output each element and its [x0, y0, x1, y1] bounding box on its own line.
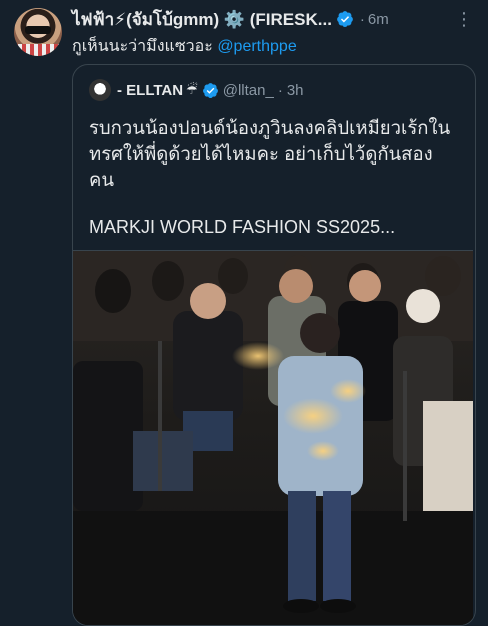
- mention-link[interactable]: @perthppe: [217, 38, 296, 55]
- verified-badge-icon: [337, 11, 353, 27]
- quoted-header: - ELLTAN ☔ @lltan_ · 3h: [117, 79, 304, 101]
- umbrella-icon: ☔: [186, 82, 198, 97]
- author-avatar[interactable]: [14, 8, 62, 56]
- quoted-time: 3h: [286, 81, 304, 99]
- tweet-header: ไฟฟ้า⚡(จัมโบ้gmm) ⚙️ (FIRESK... · 6m ⋮: [72, 8, 474, 30]
- quoted-link-title: MARKJI WORLD FASHION SS2025...: [89, 217, 396, 237]
- author-name[interactable]: ไฟฟ้า⚡(จัมโบ้gmm) ⚙️ (FIRESK...: [72, 6, 332, 33]
- dot-separator: ·: [277, 81, 283, 99]
- quoted-text: รบกวนน้องปอนด์น้องภูวินลงคลิปเหมียวเร้กใ…: [89, 115, 461, 193]
- tweet-text: กูเห็นนะว่ามึงแซวอะ @perthppe: [72, 34, 297, 59]
- quoted-handle: @lltan_: [222, 81, 274, 99]
- photo-media[interactable]: [73, 250, 473, 625]
- quoted-tweet[interactable]: - ELLTAN ☔ @lltan_ · 3h รบกวนน้องปอนด์น้…: [72, 64, 476, 626]
- fashion-show-image: [73, 251, 473, 625]
- quoted-author-name: - ELLTAN: [117, 81, 184, 99]
- avatar-shirt: [14, 44, 62, 56]
- more-icon[interactable]: ⋮: [454, 8, 474, 30]
- tweet-time[interactable]: 6m: [368, 11, 389, 28]
- quoted-verified-badge-icon: [202, 82, 218, 98]
- tweet-text-main: กูเห็นนะว่ามึงแซวอะ: [72, 38, 218, 55]
- dot-separator: ·: [359, 10, 365, 28]
- avatar-glasses: [25, 26, 51, 34]
- quoted-text-line: ทรศให้พี่ดูด้วยได้ไหมคะ อย่าเก็บไว้ดูกัน…: [89, 143, 433, 164]
- quoted-author-avatar: [89, 79, 111, 101]
- quoted-text-line: คน: [89, 169, 115, 190]
- quoted-text-line: รบกวนน้องปอนด์น้องภูวินลงคลิปเหมียวเร้กใ…: [89, 117, 451, 138]
